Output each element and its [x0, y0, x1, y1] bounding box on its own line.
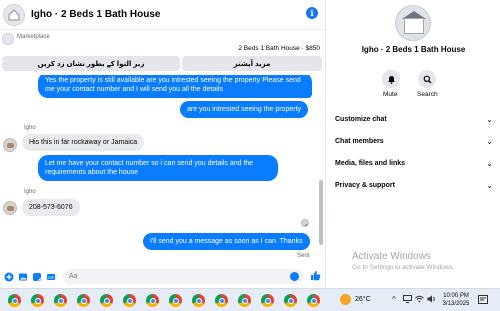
wifi-icon[interactable]: [415, 295, 424, 305]
section-label: Media, files and links: [335, 159, 406, 167]
thumbs-up-icon[interactable]: [310, 270, 321, 284]
activate-windows-subtitle: Go to Settings to activate Windows.: [352, 264, 455, 271]
bell-icon[interactable]: [382, 70, 400, 88]
chat-header: Igho · 2 Beds 1 Bath House i: [0, 0, 326, 30]
svg-text:GIF: GIF: [48, 275, 55, 280]
section-label: Customize chat: [335, 115, 387, 123]
chrome-icon: [31, 294, 44, 307]
message-bubble-incoming: His this in far rockaway or Jamaica: [22, 134, 145, 151]
message-bubble-outgoing: I'll send you a message as soon as I can…: [143, 233, 310, 250]
windows-taskbar: 26°C ^ 10:00 PM 3/13/2025: [0, 288, 500, 311]
chrome-icon: [192, 294, 205, 307]
mute-label[interactable]: Mute: [383, 91, 397, 98]
message-bubble-outgoing: are you intrested seeing the property: [180, 101, 309, 118]
chrome-icon: [261, 294, 274, 307]
sender-name: Igho: [24, 125, 36, 131]
chrome-icon: [238, 294, 251, 307]
search-label[interactable]: Search: [417, 91, 438, 98]
clock-time[interactable]: 10:00 PM: [443, 293, 469, 299]
gif-icon[interactable]: GIF: [46, 272, 56, 282]
section-label: Chat members: [335, 137, 384, 145]
weather-temperature[interactable]: 26°C: [355, 296, 371, 303]
marketplace-label: Marketplace: [17, 34, 50, 40]
sent-status: Sent: [297, 253, 310, 259]
message-bubble-incoming: 208-573-6076: [22, 199, 80, 216]
chrome-icon: [77, 294, 90, 307]
mark-as-pending-button[interactable]: زبر التوا کے بطور نشان زد کریں: [2, 56, 180, 71]
chat-members-row[interactable]: Chat members ⌄: [335, 134, 493, 148]
seen-avatar: [301, 219, 309, 227]
chrome-icon: [146, 294, 159, 307]
scroll-thumb[interactable]: [319, 180, 323, 245]
media-files-links-row[interactable]: Media, files and links ⌄: [335, 156, 493, 170]
chevron-down-icon: ⌄: [486, 180, 493, 190]
monitor-icon[interactable]: [403, 295, 412, 305]
chrome-icon: [284, 294, 297, 307]
privacy-support-row[interactable]: Privacy & support ⌄: [335, 178, 493, 192]
chevron-down-icon: ⌄: [486, 136, 493, 146]
conversation-info-panel: Igho · 2 Beds 1 Bath House Mute Search C…: [327, 0, 500, 288]
message-scrollbar[interactable]: [318, 75, 324, 265]
house-icon: [404, 18, 424, 34]
speaker-icon[interactable]: [427, 295, 436, 305]
profile-avatar[interactable]: [395, 5, 431, 41]
sender-name: Igho: [24, 189, 36, 195]
chrome-icon: [123, 294, 136, 307]
chrome-icon: [54, 294, 67, 307]
info-icon[interactable]: i: [306, 7, 318, 19]
marketplace-thumbnail: [2, 33, 14, 45]
weather-icon[interactable]: [340, 294, 351, 305]
sticker-icon[interactable]: [32, 272, 42, 282]
search-icon[interactable]: [418, 70, 436, 88]
composer: GIF: [0, 266, 326, 288]
chat-pane: Igho · 2 Beds 1 Bath House i Marketplace…: [0, 0, 326, 288]
conversation-title[interactable]: Igho · 2 Beds 1 Bath House: [31, 9, 160, 20]
section-label: Privacy & support: [335, 181, 395, 189]
chrome-icon: [307, 294, 320, 307]
chrome-icon: [8, 294, 21, 307]
profile-name: Igho · 2 Beds 1 Bath House: [361, 45, 466, 54]
notification-icon[interactable]: [478, 295, 488, 306]
chevron-down-icon: ⌄: [486, 114, 493, 124]
message-list: Yes the property is still available are …: [0, 75, 318, 265]
message-bubble-outgoing: Let me have your contact number so i can…: [38, 155, 278, 181]
activate-windows-title: Activate Windows: [352, 251, 431, 262]
chevron-down-icon: ⌄: [486, 158, 493, 168]
sender-avatar[interactable]: [3, 138, 17, 152]
image-icon[interactable]: [18, 272, 28, 282]
listing-title[interactable]: 2 Beds 1 Bath House · $850: [238, 45, 320, 52]
more-options-button[interactable]: مزید آپشنز: [182, 56, 322, 71]
chrome-icon: [169, 294, 182, 307]
chrome-icon: [215, 294, 228, 307]
marketplace-card: Marketplace 2 Beds 1 Bath House · $850 ز…: [0, 33, 326, 73]
conversation-avatar[interactable]: [3, 3, 25, 26]
plus-icon[interactable]: [4, 272, 14, 282]
emoji-icon[interactable]: [290, 272, 299, 281]
chevron-up-icon[interactable]: ^: [392, 295, 396, 304]
sender-avatar[interactable]: [3, 201, 17, 215]
message-input[interactable]: [63, 269, 303, 284]
customize-chat-row[interactable]: Customize chat ⌄: [335, 112, 493, 126]
chrome-icon: [100, 294, 113, 307]
message-bubble-outgoing: Yes the property is still available are …: [38, 75, 312, 98]
clock-date[interactable]: 3/13/2025: [441, 301, 471, 307]
